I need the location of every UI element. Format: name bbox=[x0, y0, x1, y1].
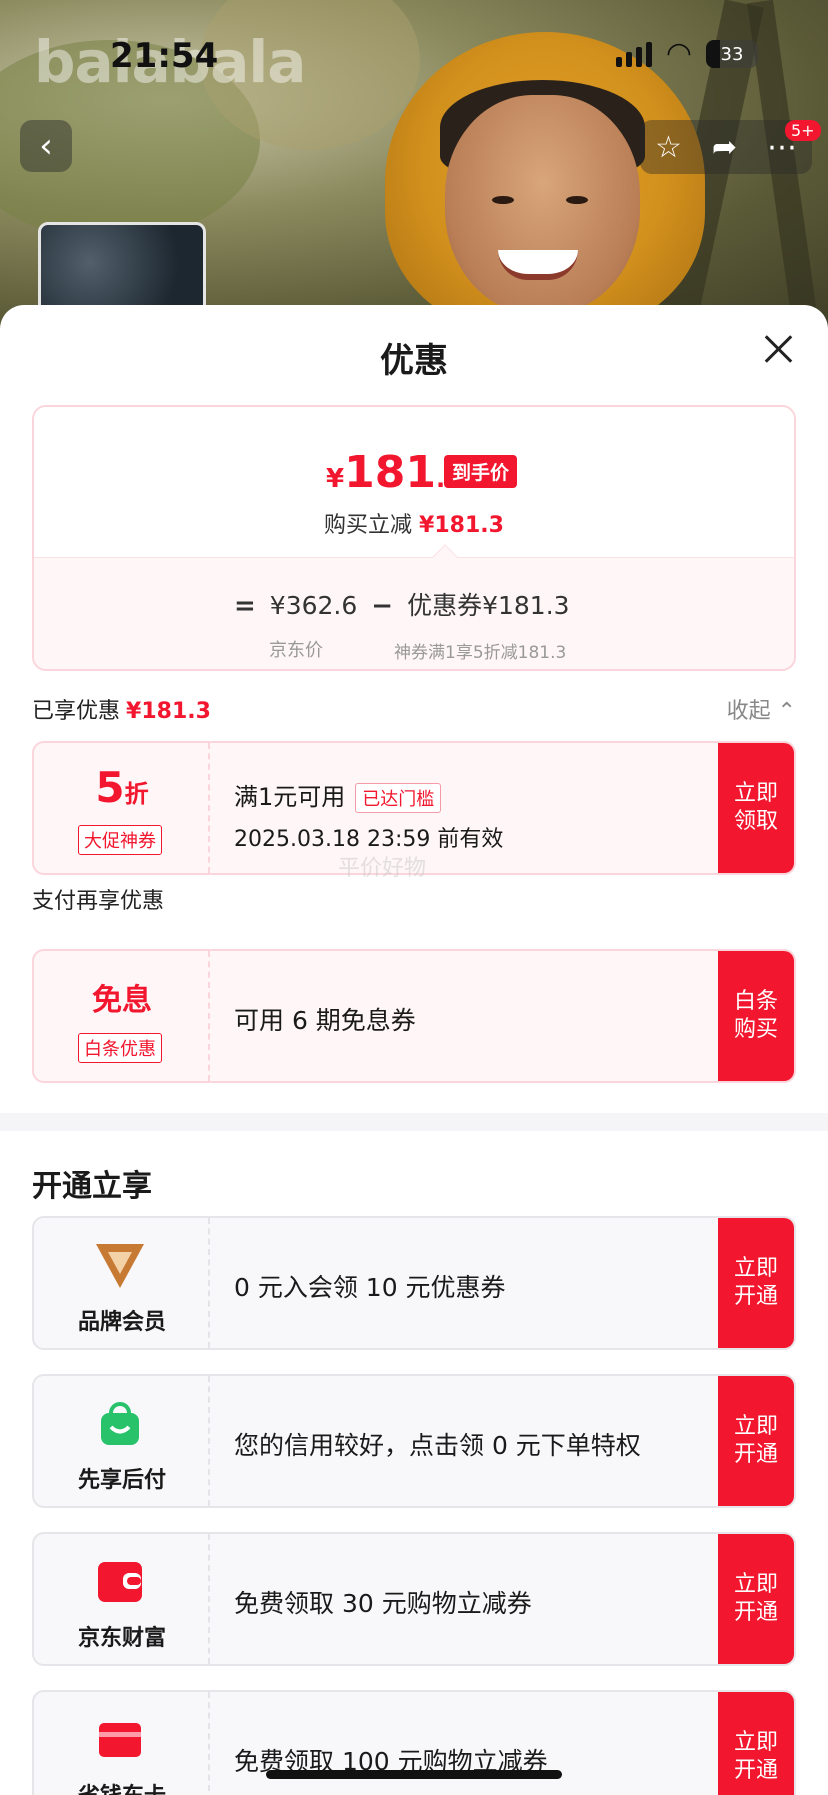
equals-sign: = bbox=[234, 591, 256, 621]
interest-free-text: 可用 6 期免息券 bbox=[234, 1006, 416, 1035]
coupon-type-tag: 大促神券 bbox=[78, 825, 162, 855]
discount-number: 5 bbox=[95, 763, 125, 812]
open-button-line1: 立即 bbox=[733, 1414, 778, 1439]
currency-symbol: ¥ bbox=[326, 464, 345, 494]
original-price-caption: 京东价 bbox=[269, 640, 323, 661]
open-button-line1: 立即 bbox=[733, 1572, 778, 1597]
discount-sheet: 优惠 ¥ 181 .3 到手价 购买立减 ¥181.3 = ¥362.6 − 优… bbox=[0, 305, 828, 1795]
price-calculation: = ¥362.6 − 优惠券¥181.3 bbox=[234, 586, 570, 622]
member-row-brand: 品牌会员 0 元入会领 10 元优惠券 立即开通 bbox=[32, 1216, 796, 1350]
open-button-line1: 立即 bbox=[733, 1256, 778, 1281]
original-price: ¥362.6 bbox=[269, 591, 358, 620]
claim-button-line1: 立即 bbox=[733, 781, 778, 806]
open-button-line2: 开通 bbox=[733, 1600, 778, 1625]
chevron-left-icon: ‹ bbox=[39, 126, 53, 166]
claim-button-line2: 领取 bbox=[733, 809, 778, 834]
pay-discount-label: 支付再享优惠 bbox=[32, 889, 165, 914]
member-text: 0 元入会领 10 元优惠券 bbox=[234, 1273, 506, 1302]
member-row-wealth: 京东财富 免费领取 30 元购物立减券 立即开通 bbox=[32, 1532, 796, 1666]
v-logo-icon bbox=[92, 1238, 148, 1294]
collapse-button[interactable]: 收起 ⌃ bbox=[727, 693, 796, 725]
close-icon[interactable] bbox=[764, 335, 792, 363]
coupon-deduction: 优惠券¥181.3 bbox=[407, 591, 570, 620]
price-summary-card: ¥ 181 .3 到手价 购买立减 ¥181.3 = ¥362.6 − 优惠券¥… bbox=[32, 405, 796, 671]
minus-sign: − bbox=[371, 591, 394, 621]
baitiao-buy-button[interactable]: 白条 购买 bbox=[718, 951, 794, 1081]
share-icon[interactable]: ➦ bbox=[712, 130, 737, 165]
message-badge: 5+ bbox=[785, 120, 821, 141]
open-now-button[interactable]: 立即开通 bbox=[718, 1692, 794, 1795]
reduce-label: 购买立减 bbox=[324, 513, 413, 538]
member-row-pay-later: 先享后付 您的信用较好，点击领 0 元下单特权 立即开通 bbox=[32, 1374, 796, 1508]
open-button-line2: 开通 bbox=[733, 1758, 778, 1783]
baitiao-tag: 白条优惠 bbox=[78, 1033, 162, 1063]
member-label: 省钱东卡 bbox=[34, 1778, 210, 1795]
member-text: 免费领取 30 元购物立减券 bbox=[234, 1589, 532, 1618]
open-now-button[interactable]: 立即开通 bbox=[718, 1218, 794, 1348]
open-button-line2: 开通 bbox=[733, 1284, 778, 1309]
reduce-value: ¥181.3 bbox=[419, 513, 504, 538]
section-divider bbox=[0, 1113, 828, 1131]
back-button[interactable]: ‹ bbox=[20, 120, 72, 172]
threshold-badge: 已达门槛 bbox=[355, 783, 442, 813]
battery-level: 33 bbox=[720, 43, 744, 65]
open-now-button[interactable]: 立即开通 bbox=[718, 1376, 794, 1506]
member-text: 您的信用较好，点击领 0 元下单特权 bbox=[234, 1431, 641, 1460]
sheet-title: 优惠 bbox=[380, 341, 448, 381]
enjoyed-discount-label: 已享优惠 ¥181.3 bbox=[32, 693, 211, 725]
discount-value: 5折 bbox=[34, 763, 210, 812]
baitiao-button-line1: 白条 bbox=[733, 989, 778, 1014]
status-icons: ◠ 33 bbox=[615, 36, 758, 71]
shopping-bag-icon bbox=[92, 1396, 148, 1452]
battery-icon: 33 bbox=[706, 40, 758, 68]
discount-unit: 折 bbox=[124, 780, 149, 808]
reduce-line: 购买立减 ¥181.3 bbox=[34, 507, 794, 539]
enjoyed-value: ¥181.3 bbox=[126, 699, 211, 724]
final-price-int: 181 bbox=[344, 447, 436, 498]
coupon-condition-text: 满1元可用 bbox=[234, 783, 346, 811]
interest-free-label: 免息 bbox=[92, 983, 152, 1018]
card-icon bbox=[92, 1712, 148, 1768]
signal-icon bbox=[615, 41, 652, 67]
final-price: ¥ 181 .3 bbox=[326, 447, 462, 498]
open-now-button[interactable]: 立即开通 bbox=[718, 1534, 794, 1664]
coupon-condition: 满1元可用 已达门槛 bbox=[234, 777, 442, 813]
coupon-expiry: 2025.03.18 23:59 前有效 bbox=[234, 827, 504, 852]
member-label: 品牌会员 bbox=[77, 1310, 166, 1335]
coupon-caption: 神券满1享5折减181.3 bbox=[394, 643, 567, 663]
star-icon[interactable]: ☆ bbox=[655, 130, 682, 165]
member-label: 京东财富 bbox=[77, 1626, 166, 1651]
member-row-savings-card: 省钱东卡 免费领取 100 元购物立减券 立即开通 bbox=[32, 1690, 796, 1795]
enjoyed-label: 已享优惠 bbox=[32, 699, 121, 724]
baitiao-button-line2: 购买 bbox=[733, 1017, 778, 1042]
open-button-line1: 立即 bbox=[733, 1730, 778, 1755]
watermark: 平价好物 bbox=[338, 856, 427, 881]
home-indicator bbox=[266, 1770, 562, 1779]
member-label: 先享后付 bbox=[77, 1468, 166, 1493]
open-section-title: 开通立享 bbox=[32, 1169, 152, 1204]
coupon-card-interest-free: 免息 白条优惠 可用 6 期免息券 白条购买 bbox=[32, 949, 796, 1083]
open-button-line2: 开通 bbox=[733, 1442, 778, 1467]
claim-coupon-button[interactable]: 立即 领取 bbox=[718, 743, 794, 873]
child-face bbox=[445, 95, 640, 315]
wifi-icon: ◠ bbox=[665, 36, 692, 71]
status-time: 21:54 bbox=[110, 36, 219, 76]
wallet-icon bbox=[92, 1554, 148, 1610]
final-price-tag: 到手价 bbox=[444, 455, 518, 488]
